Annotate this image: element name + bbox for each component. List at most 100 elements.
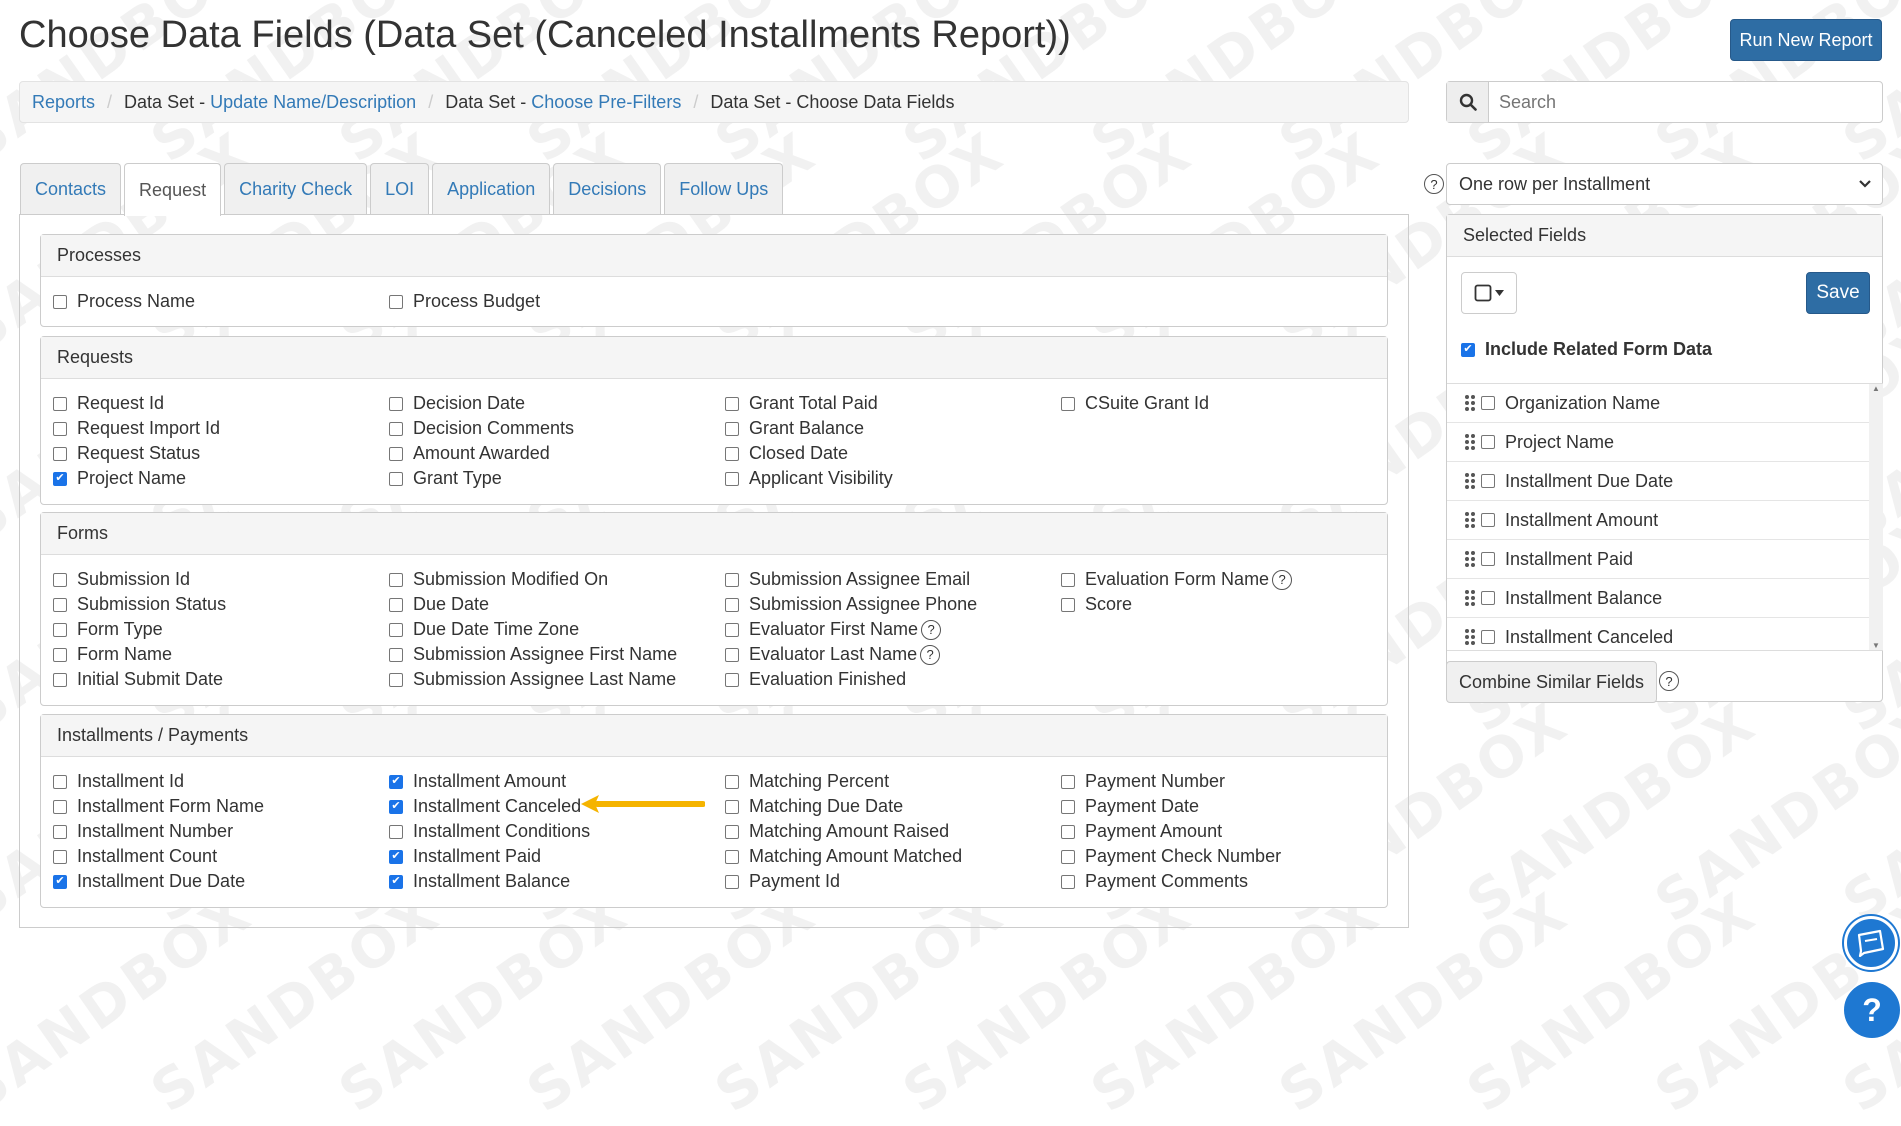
tab-follow-ups[interactable]: Follow Ups (664, 163, 784, 214)
field-checkbox[interactable] (389, 849, 403, 864)
field-submission-modified-on[interactable]: Submission Modified On (389, 567, 677, 592)
drag-handle-icon[interactable] (1465, 629, 1475, 645)
field-process-budget[interactable]: Process Budget (389, 289, 540, 314)
field-help-icon[interactable]: ? (920, 644, 941, 665)
field-checkbox[interactable] (389, 824, 403, 839)
field-matching-due-date[interactable]: Matching Due Date (725, 794, 962, 819)
field-form-type[interactable]: Form Type (53, 617, 226, 642)
tab-application[interactable]: Application (432, 163, 551, 214)
field-checkbox[interactable] (1061, 774, 1075, 789)
field-project-name[interactable]: Project Name (53, 466, 220, 491)
include-related-checkbox-box[interactable] (1461, 342, 1475, 357)
field-checkbox[interactable] (53, 799, 67, 814)
field-applicant-visibility[interactable]: Applicant Visibility (725, 466, 893, 491)
field-matching-percent[interactable]: Matching Percent (725, 769, 962, 794)
selected-field-checkbox[interactable] (1481, 591, 1495, 605)
tab-request[interactable]: Request (124, 163, 222, 216)
selected-field-item[interactable]: Installment Paid (1447, 540, 1869, 579)
row-mode-help-icon[interactable]: ? (1424, 174, 1444, 194)
field-score[interactable]: Score (1061, 592, 1292, 617)
field-checkbox[interactable] (389, 622, 403, 637)
tab-loi[interactable]: LOI (370, 163, 430, 214)
selected-field-item[interactable]: Organization Name (1447, 384, 1869, 423)
field-request-status[interactable]: Request Status (53, 441, 220, 466)
field-installment-amount[interactable]: Installment Amount (389, 769, 590, 794)
field-payment-check-number[interactable]: Payment Check Number (1061, 844, 1281, 869)
drag-handle-icon[interactable] (1465, 395, 1475, 411)
field-evaluator-last-name[interactable]: Evaluator Last Name? (725, 642, 977, 667)
field-installment-canceled[interactable]: Installment Canceled (389, 794, 590, 819)
field-matching-amount-matched[interactable]: Matching Amount Matched (725, 844, 962, 869)
field-process-name[interactable]: Process Name (53, 289, 195, 314)
scroll-up-icon[interactable]: ▲ (1872, 384, 1880, 393)
field-closed-date[interactable]: Closed Date (725, 441, 893, 466)
field-matching-amount-raised[interactable]: Matching Amount Raised (725, 819, 962, 844)
search-input[interactable] (1489, 82, 1882, 122)
field-payment-amount[interactable]: Payment Amount (1061, 819, 1281, 844)
field-checkbox[interactable] (725, 572, 739, 587)
run-new-report-button[interactable]: Run New Report (1730, 19, 1882, 61)
field-checkbox[interactable] (53, 446, 67, 461)
selected-field-checkbox[interactable] (1481, 474, 1495, 488)
field-amount-awarded[interactable]: Amount Awarded (389, 441, 574, 466)
selected-field-checkbox[interactable] (1481, 513, 1495, 527)
field-checkbox[interactable] (725, 874, 739, 889)
field-checkbox[interactable] (389, 874, 403, 889)
field-checkbox[interactable] (53, 824, 67, 839)
field-checkbox[interactable] (389, 647, 403, 662)
field-csuite-grant-id[interactable]: CSuite Grant Id (1061, 391, 1209, 416)
field-checkbox[interactable] (1061, 799, 1075, 814)
field-checkbox[interactable] (53, 849, 67, 864)
field-grant-type[interactable]: Grant Type (389, 466, 574, 491)
field-help-icon[interactable]: ? (921, 619, 942, 640)
field-checkbox[interactable] (725, 396, 739, 411)
field-checkbox[interactable] (389, 597, 403, 612)
field-checkbox[interactable] (1061, 572, 1075, 587)
field-checkbox[interactable] (53, 597, 67, 612)
field-grant-total-paid[interactable]: Grant Total Paid (725, 391, 893, 416)
field-request-id[interactable]: Request Id (53, 391, 220, 416)
breadcrumb-pre-filters-link[interactable]: Choose Pre-Filters (531, 92, 681, 113)
field-checkbox[interactable] (389, 396, 403, 411)
field-checkbox[interactable] (725, 672, 739, 687)
field-decision-date[interactable]: Decision Date (389, 391, 574, 416)
field-checkbox[interactable] (389, 572, 403, 587)
selected-fields-scrollbar[interactable]: ▲ ▼ (1869, 383, 1883, 651)
breadcrumb-update-name-link[interactable]: Update Name/Description (210, 92, 416, 113)
field-installment-balance[interactable]: Installment Balance (389, 869, 590, 894)
field-checkbox[interactable] (725, 421, 739, 436)
field-due-date-time-zone[interactable]: Due Date Time Zone (389, 617, 677, 642)
drag-handle-icon[interactable] (1465, 434, 1475, 450)
field-evaluation-form-name[interactable]: Evaluation Form Name? (1061, 567, 1293, 592)
field-checkbox[interactable] (53, 572, 67, 587)
field-form-name[interactable]: Form Name (53, 642, 226, 667)
field-checkbox[interactable] (1061, 849, 1075, 864)
field-checkbox[interactable] (1061, 874, 1075, 889)
select-all-dropdown-button[interactable] (1461, 272, 1517, 314)
selected-field-item[interactable]: Installment Canceled (1447, 618, 1869, 650)
field-installment-form-name[interactable]: Installment Form Name (53, 794, 264, 819)
scroll-down-icon[interactable]: ▼ (1872, 641, 1880, 650)
combine-similar-fields-button[interactable]: Combine Similar Fields (1446, 661, 1658, 703)
field-checkbox[interactable] (389, 471, 403, 486)
field-checkbox[interactable] (725, 849, 739, 864)
selected-field-checkbox[interactable] (1481, 396, 1495, 410)
field-help-icon[interactable]: ? (1272, 569, 1293, 590)
field-submission-assignee-first-name[interactable]: Submission Assignee First Name (389, 642, 677, 667)
field-checkbox[interactable] (725, 597, 739, 612)
field-grant-balance[interactable]: Grant Balance (725, 416, 893, 441)
field-checkbox[interactable] (389, 799, 403, 814)
field-checkbox[interactable] (53, 672, 67, 687)
field-checkbox[interactable] (725, 824, 739, 839)
field-checkbox[interactable] (53, 774, 67, 789)
field-checkbox[interactable] (725, 471, 739, 486)
drag-handle-icon[interactable] (1465, 551, 1475, 567)
field-installment-id[interactable]: Installment Id (53, 769, 264, 794)
field-checkbox[interactable] (1061, 597, 1075, 612)
field-decision-comments[interactable]: Decision Comments (389, 416, 574, 441)
selected-field-checkbox[interactable] (1481, 630, 1495, 644)
field-checkbox[interactable] (389, 774, 403, 789)
selected-field-item[interactable]: Project Name (1447, 423, 1869, 462)
field-submission-id[interactable]: Submission Id (53, 567, 226, 592)
field-checkbox[interactable] (53, 294, 67, 309)
